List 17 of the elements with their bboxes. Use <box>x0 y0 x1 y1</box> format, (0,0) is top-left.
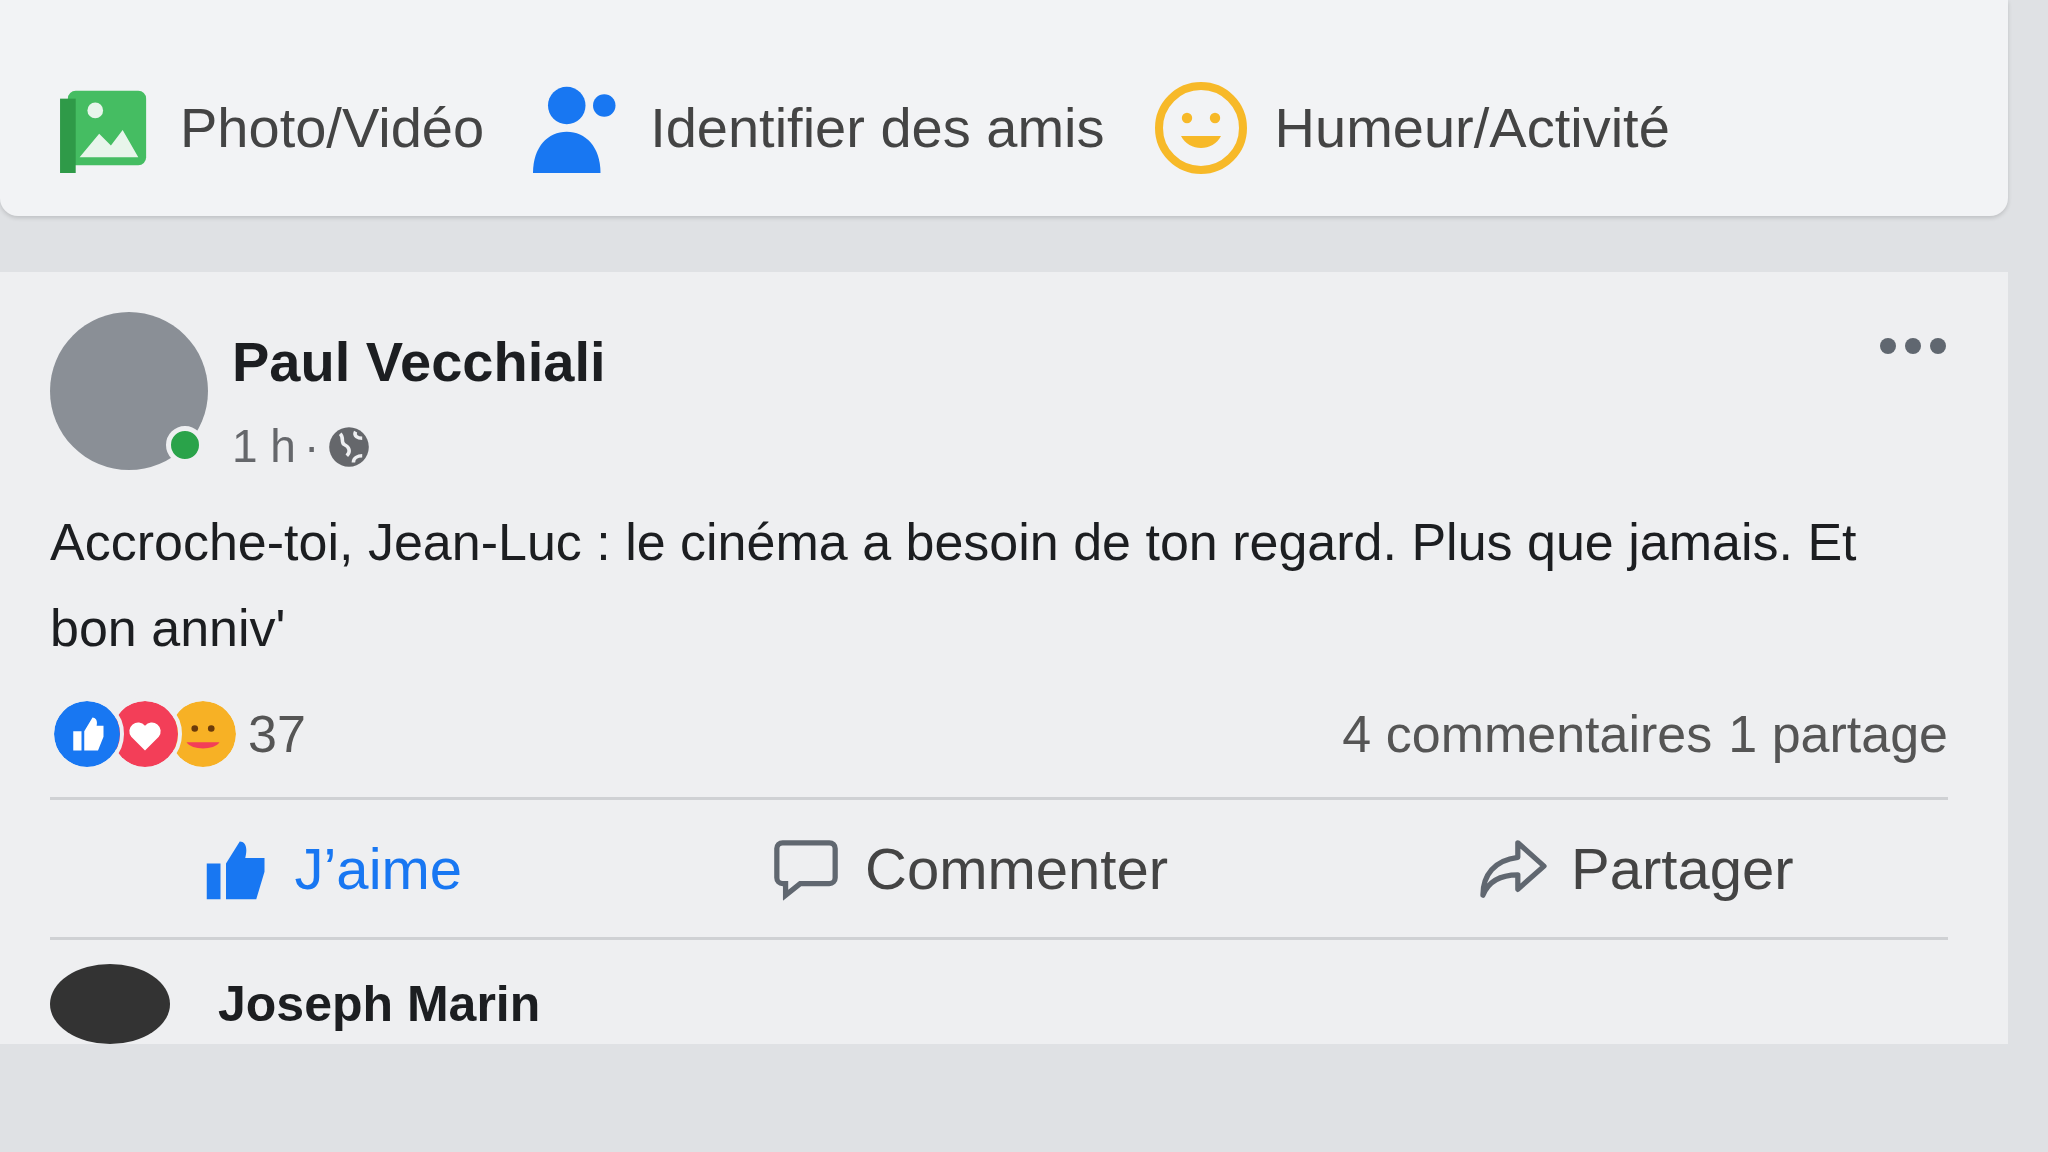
separator-dot: · <box>303 419 320 474</box>
smiley-icon <box>1152 80 1249 176</box>
globe-icon <box>327 424 372 469</box>
reaction-count[interactable]: 37 <box>248 695 306 773</box>
shares-count[interactable]: 1 partage <box>1728 695 1948 773</box>
composer-action[interactable]: Humeur/Activité <box>1152 80 1670 176</box>
author-name[interactable]: Paul Vecchiali <box>232 320 1854 404</box>
post-action[interactable]: Partager <box>1471 824 1800 913</box>
post-text: Accroche-toi, Jean-Luc : le cinéma a besoin de ton regard. Plus que jamais. Et bon anniv' <box>50 512 1858 659</box>
post-action[interactable]: Commenter <box>765 824 1175 913</box>
comments-count[interactable]: 4 commentaires <box>1342 695 1713 773</box>
commenter-name[interactable]: Joseph Marin <box>218 966 541 1042</box>
composer-action[interactable]: Photo/Vidéo <box>60 83 485 173</box>
more-options-icon[interactable] <box>1878 336 1948 356</box>
composer-action[interactable]: Identifier des amis <box>532 83 1105 173</box>
post-time[interactable]: 1 h <box>232 412 296 481</box>
post-action[interactable]: J’aime <box>198 824 469 913</box>
